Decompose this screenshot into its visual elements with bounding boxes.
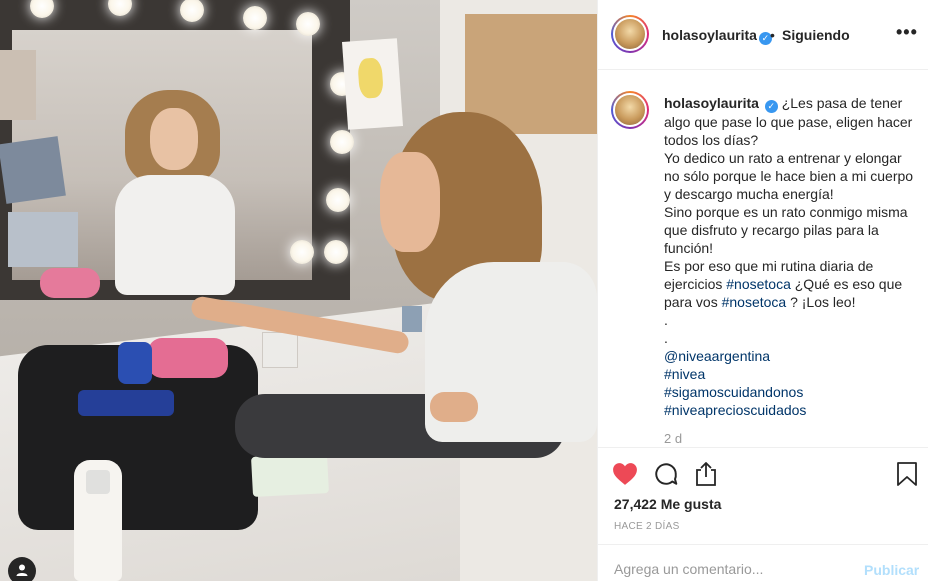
woman-stretching xyxy=(189,112,597,581)
comment-input[interactable] xyxy=(614,559,844,579)
hashtag-link[interactable]: #sigamoscuidandonos xyxy=(664,384,803,400)
separator-dot: • xyxy=(770,27,775,43)
avatar[interactable] xyxy=(611,15,649,53)
verified-icon: ✓ xyxy=(764,100,778,113)
wipes-pack xyxy=(251,453,329,497)
caption-text: Yo dedico un rato a entrenar y elongar n… xyxy=(664,150,914,202)
comment-bar: Publicar xyxy=(598,544,928,581)
likes-count[interactable]: 27,422 Me gusta xyxy=(614,496,721,512)
towel xyxy=(148,338,228,378)
caption-text: . xyxy=(664,312,668,328)
username[interactable]: holasoylaurita xyxy=(662,27,757,43)
wall-photo xyxy=(8,212,78,267)
user-tag-icon[interactable] xyxy=(8,557,36,581)
lotion-bottle xyxy=(74,460,122,581)
heart-icon[interactable] xyxy=(612,461,638,487)
post-header: holasoylaurita ✓ • Siguiendo ••• xyxy=(598,0,928,70)
light-bulb xyxy=(326,188,350,212)
wall-photo xyxy=(0,136,66,204)
comment-icon[interactable] xyxy=(653,461,679,487)
post-timestamp: HACE 2 DÍAS xyxy=(614,521,680,532)
action-bar: 27,422 Me gusta HACE 2 DÍAS Publicar xyxy=(598,447,928,581)
caption-text: ? ¡Los leo! xyxy=(786,294,856,310)
share-icon[interactable] xyxy=(693,461,719,487)
caption: holasoylaurita ✓ ¿Les pasa de tener algo… xyxy=(664,94,914,419)
post-photo[interactable] xyxy=(0,0,597,581)
towel xyxy=(40,268,100,298)
light-bulb xyxy=(324,240,348,264)
post-panel: holasoylaurita ✓ • Siguiendo ••• holasoyl… xyxy=(597,0,928,581)
hashtag-link[interactable]: #nosetoca xyxy=(722,294,787,310)
hashtag-link[interactable]: #niveaprecioscuidados xyxy=(664,402,806,418)
light-bulb xyxy=(330,130,354,154)
wall-photo xyxy=(0,50,36,120)
hashtag-link[interactable]: #nosetoca xyxy=(726,276,791,292)
hashtag-link[interactable]: #nivea xyxy=(664,366,705,382)
deodorant-can xyxy=(118,342,152,384)
caption-timestamp: 2 d xyxy=(664,431,683,446)
deodorant-can xyxy=(78,390,174,416)
mention-link[interactable]: @niveaargentina xyxy=(664,348,770,364)
bookmark-icon[interactable] xyxy=(894,461,920,487)
light-bulb xyxy=(296,12,320,36)
avatar[interactable] xyxy=(611,91,649,129)
caption-username[interactable]: holasoylaurita xyxy=(664,95,759,111)
caption-section: holasoylaurita ✓ ¿Les pasa de tener algo… xyxy=(598,71,928,447)
caption-text: Sino porque es un rato conmigo misma que… xyxy=(664,204,908,256)
power-outlet xyxy=(262,332,298,368)
publish-button[interactable]: Publicar xyxy=(864,562,919,578)
following-button[interactable]: Siguiendo xyxy=(782,27,850,43)
more-icon[interactable]: ••• xyxy=(896,22,918,43)
light-bulb xyxy=(290,240,314,264)
caption-text: . xyxy=(664,330,668,346)
username-link[interactable]: holasoylaurita ✓ xyxy=(662,27,772,45)
light-bulb xyxy=(243,6,267,30)
mirror-reflection xyxy=(115,90,235,295)
